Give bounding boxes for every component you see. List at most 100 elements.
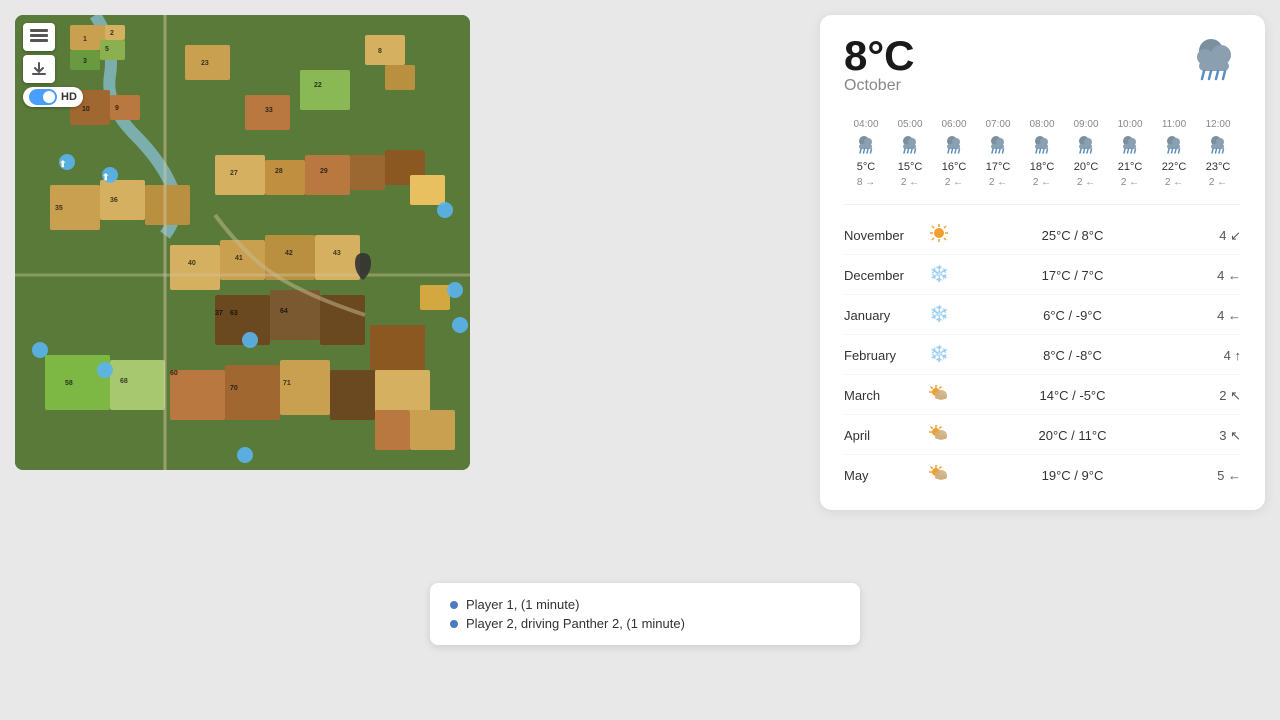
month-icon [924, 383, 954, 408]
hour-time: 04:00 [853, 119, 878, 130]
month-name: January [844, 308, 924, 323]
hour-column: 05:00 15°C 2 ← [888, 119, 932, 188]
month-temperatures: 6°C / -9°C [954, 308, 1191, 323]
month-temperatures: 25°C / 8°C [954, 228, 1191, 243]
map-layers-button[interactable] [23, 23, 55, 51]
svg-text:❄️: ❄️ [929, 304, 949, 323]
monthly-forecast: November 25°C / 8°C 4 ↙ December ❄️ 17°C… [844, 217, 1241, 494]
month-icon [924, 463, 954, 488]
month-icon [924, 223, 954, 248]
month-row: December ❄️ 17°C / 7°C 4 ← [844, 257, 1241, 295]
hour-temperature: 23°C [1206, 161, 1231, 173]
hour-weather-icon [1075, 134, 1097, 157]
hour-weather-icon [1207, 134, 1229, 157]
toggle-switch [29, 89, 57, 105]
month-name: May [844, 468, 924, 483]
svg-text:68: 68 [120, 378, 128, 385]
svg-text:❄️: ❄️ [929, 264, 949, 283]
hour-column: 09:00 20°C 2 ← [1064, 119, 1108, 188]
hour-time: 09:00 [1073, 119, 1098, 130]
hour-temperature: 18°C [1030, 161, 1055, 173]
hour-time: 10:00 [1117, 119, 1142, 130]
month-row: February ❄️ 8°C / -8°C 4 ↑ [844, 337, 1241, 375]
hour-wind: 2 ← [989, 177, 1007, 188]
svg-text:22: 22 [314, 82, 322, 89]
hour-column: 04:00 5°C 8 → [844, 119, 888, 188]
svg-text:27: 27 [230, 170, 238, 177]
hour-wind: 8 → [857, 177, 875, 188]
month-wind: 4 ↙ [1191, 228, 1241, 244]
map-panel: 1 2 3 5 23 8 10 9 27 28 29 22 33 40 41 4… [15, 15, 470, 470]
hour-weather-icon [987, 134, 1009, 157]
player-2-text: Player 2, driving Panther 2, (1 minute) [466, 616, 685, 631]
hour-temperature: 15°C [898, 161, 923, 173]
month-wind: 5 ← [1191, 468, 1241, 483]
hour-weather-icon [1119, 134, 1141, 157]
hour-temperature: 17°C [986, 161, 1011, 173]
month-row: March 14°C / -5°C 2 ↖ [844, 377, 1241, 415]
player-2-dot [450, 620, 458, 628]
hour-weather-icon [899, 134, 921, 157]
svg-text:41: 41 [235, 255, 243, 262]
hour-weather-icon [1163, 134, 1185, 157]
hd-toggle[interactable]: HD [23, 87, 83, 107]
map-controls: HD [23, 23, 83, 107]
current-weather-icon [1189, 35, 1241, 94]
month-icon [924, 423, 954, 448]
svg-text:5: 5 [105, 46, 109, 53]
svg-text:37: 37 [215, 310, 223, 317]
month-temperatures: 8°C / -8°C [954, 348, 1191, 363]
month-wind: 3 ↖ [1191, 428, 1241, 444]
svg-text:8: 8 [378, 48, 382, 55]
svg-text:23: 23 [201, 60, 209, 67]
svg-text:⬆: ⬆ [59, 159, 67, 169]
month-temperatures: 17°C / 7°C [954, 268, 1191, 283]
month-icon: ❄️ [924, 263, 954, 288]
svg-text:42: 42 [285, 250, 293, 257]
svg-text:58: 58 [65, 380, 73, 387]
hour-temperature: 5°C [857, 161, 875, 173]
player-info-panel: Player 1, (1 minute) Player 2, driving P… [430, 583, 860, 645]
hour-wind: 2 ← [901, 177, 919, 188]
month-name: March [844, 388, 924, 403]
svg-text:36: 36 [110, 197, 118, 204]
month-row: April 20°C / 11°C 3 ↖ [844, 417, 1241, 455]
hour-temperature: 16°C [942, 161, 967, 173]
month-wind: 4 ↑ [1191, 348, 1241, 363]
hour-column: 10:00 21°C 2 ← [1108, 119, 1152, 188]
player-1-text: Player 1, (1 minute) [466, 597, 579, 612]
hour-wind: 2 ← [1033, 177, 1051, 188]
hour-weather-icon [1031, 134, 1053, 157]
svg-text:3: 3 [83, 58, 87, 65]
month-row: May 19°C / 9°C 5 ← [844, 457, 1241, 494]
hour-wind: 2 ← [945, 177, 963, 188]
hour-column: 13:00 20°C 4 ↙ [1240, 119, 1241, 188]
hour-time: 11:00 [1162, 119, 1186, 130]
hour-time: 05:00 [897, 119, 922, 130]
hour-column: 12:00 23°C 2 ← [1196, 119, 1240, 188]
month-row: January ❄️ 6°C / -9°C 4 ← [844, 297, 1241, 335]
hour-column: 08:00 18°C 2 ← [1020, 119, 1064, 188]
month-temperatures: 20°C / 11°C [954, 428, 1191, 443]
svg-text:60: 60 [170, 370, 178, 377]
map-download-button[interactable] [23, 55, 55, 83]
month-temperatures: 14°C / -5°C [954, 388, 1191, 403]
hour-column: 07:00 17°C 2 ← [976, 119, 1020, 188]
svg-text:29: 29 [320, 168, 328, 175]
month-row: November 25°C / 8°C 4 ↙ [844, 217, 1241, 255]
month-name: February [844, 348, 924, 363]
svg-text:⬆: ⬆ [102, 172, 110, 182]
hour-temperature: 22°C [1162, 161, 1187, 173]
month-icon: ❄️ [924, 303, 954, 328]
hour-column: 06:00 16°C 2 ← [932, 119, 976, 188]
hour-time: 06:00 [941, 119, 966, 130]
month-name: December [844, 268, 924, 283]
svg-text:43: 43 [333, 250, 341, 257]
hour-temperature: 21°C [1118, 161, 1143, 173]
current-month: October [844, 77, 915, 95]
hour-wind: 2 ← [1121, 177, 1139, 188]
svg-text:10: 10 [82, 106, 90, 113]
svg-text:9: 9 [115, 105, 119, 112]
hourly-forecast: 04:00 5°C 8 → 05:00 [844, 119, 1241, 205]
month-icon: ❄️ [924, 343, 954, 368]
